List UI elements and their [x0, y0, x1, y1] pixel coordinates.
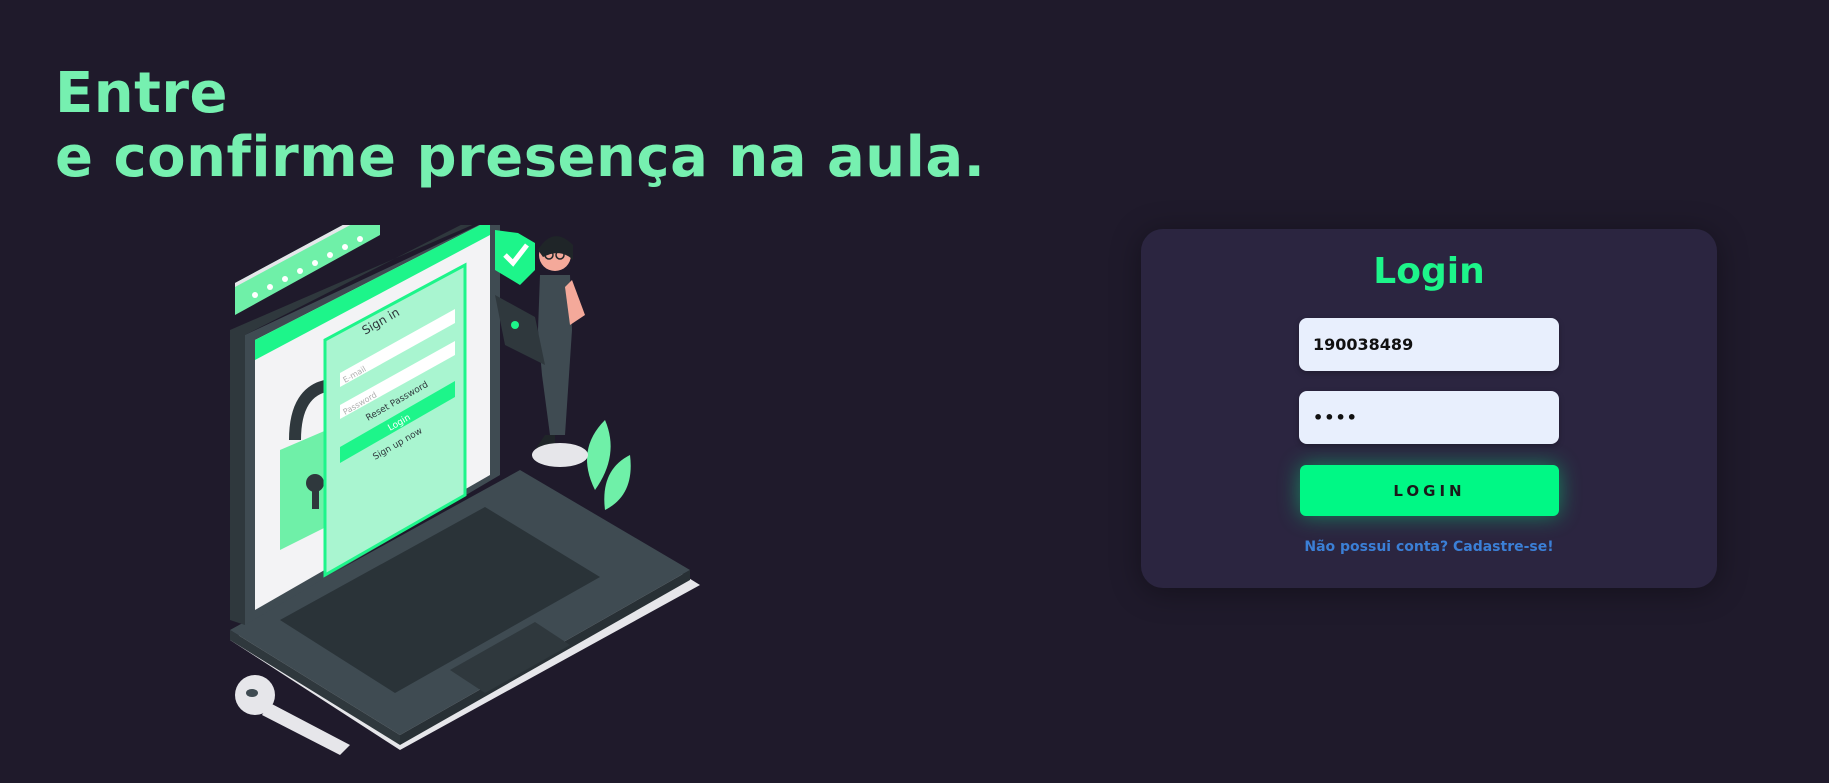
login-card: Login 190038489 •••• LOGIN Não possui co…	[1141, 229, 1717, 588]
headline-line-2: e confirme presença na aula.	[55, 125, 986, 190]
page-headline: Entre e confirme presença na aula.	[55, 62, 985, 190]
password-input[interactable]: ••••	[1299, 391, 1559, 444]
username-input[interactable]: 190038489	[1299, 318, 1559, 371]
login-button[interactable]: LOGIN	[1300, 465, 1559, 516]
headline-line-1: Entre	[55, 61, 228, 126]
login-illustration: Sign in E-mail Password Reset Password L…	[230, 225, 700, 755]
signup-link[interactable]: Não possui conta? Cadastre-se!	[1141, 539, 1717, 555]
login-title: Login	[1373, 251, 1485, 292]
